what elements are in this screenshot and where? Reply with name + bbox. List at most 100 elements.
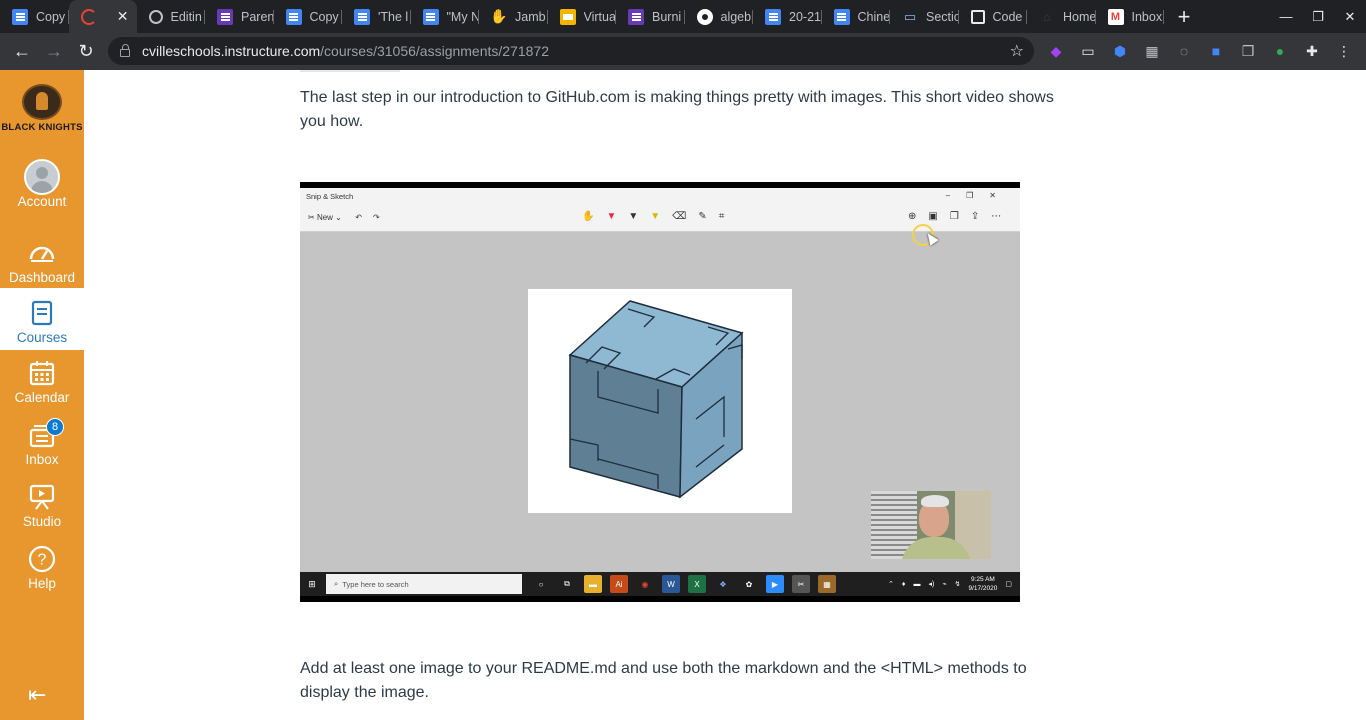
windows-taskbar: ⊞ ⌕ Type here to search ○ ⧉ ▬ Ai ◉ W X ❖…: [300, 572, 1020, 596]
forward-button[interactable]: →: [38, 36, 70, 68]
google-forms-icon: [217, 8, 233, 25]
shield-extension-icon[interactable]: ⬢: [1108, 38, 1132, 64]
browser-tab[interactable]: algeb: [685, 0, 754, 33]
close-tab-icon[interactable]: ✕: [117, 8, 129, 25]
global-navigation: BLACK KNIGHTS Account Dashboard Courses …: [0, 70, 84, 720]
google-docs-icon: [765, 8, 781, 25]
loading-icon: [80, 8, 97, 25]
copy-extension-icon[interactable]: ❒: [1236, 38, 1260, 64]
browser-tab[interactable]: Paren: [205, 0, 274, 33]
notes-icon: ❖: [719, 579, 727, 589]
tab-title: 20-21: [789, 9, 821, 24]
browser-tab[interactable]: ✕: [68, 0, 137, 33]
paint-icon: ✿: [745, 579, 753, 589]
puzzle-cube-icon: [568, 300, 744, 499]
file-explorer-icon: ▬: [584, 575, 602, 593]
browser-tab[interactable]: "My N: [411, 0, 480, 33]
nav-label: Studio: [22, 514, 62, 529]
snip-icon: ✂: [792, 575, 810, 593]
chrome-menu-icon[interactable]: ⋮: [1332, 38, 1356, 64]
collapse-nav-icon[interactable]: ⇤: [28, 682, 46, 708]
browser-tab[interactable]: Copy: [274, 0, 343, 33]
nav-label: Account: [17, 194, 67, 209]
tab-title: Virtua: [583, 9, 616, 24]
zoom-icon: ▶: [766, 575, 784, 593]
browser-tab[interactable]: Burni: [616, 0, 685, 33]
tab-title: Copy: [36, 9, 66, 24]
system-tray: ⌃ ♦ ▬ ◂) ⌁ ↯ 9:25 AM 9/17/2020 ▢: [888, 576, 1012, 592]
reload-button[interactable]: ↻: [70, 36, 102, 68]
gmail-icon: [1107, 8, 1124, 25]
extensions-area: ◆ ▭ ⬢ ▦ ◌ ■ ❒ ● ✚ ⋮: [1044, 38, 1356, 64]
task-view-icon: ⧉: [564, 579, 570, 588]
browser-tab[interactable]: ✋ Jamb: [479, 0, 548, 33]
qr-extension-icon[interactable]: ▦: [1140, 38, 1164, 64]
browser-tab[interactable]: ⌂ Home: [1027, 0, 1096, 33]
snip-action-tools: ⊕ ▣ ❐ ⇪ ⋯: [908, 211, 1002, 222]
snip-pen-tools: ✋ ▼ ▼ ▼ ⌫ ✎ ⌗: [582, 211, 725, 222]
restore-icon[interactable]: ❐: [1302, 0, 1334, 33]
tab-title: 'The l: [378, 9, 409, 24]
back-button[interactable]: ←: [6, 36, 38, 68]
account-avatar-icon: [24, 159, 60, 195]
minimize-icon[interactable]: —: [1270, 0, 1302, 33]
screen-recorder-icon[interactable]: ◌: [1172, 38, 1196, 64]
studio-icon: [29, 484, 55, 510]
bookmark-star-icon[interactable]: ☆: [1010, 41, 1024, 61]
status-extension-icon[interactable]: ●: [1268, 38, 1292, 64]
cube-image: [528, 289, 792, 513]
nav-courses[interactable]: Courses: [0, 288, 84, 350]
google-docs-icon: [285, 8, 302, 25]
tab-title: Jamb: [515, 9, 546, 24]
excel-icon: X: [688, 575, 706, 593]
tab-title: Burni: [652, 9, 682, 24]
assignment-content: The last step in our introduction to Git…: [84, 70, 1366, 720]
word-icon: W: [662, 575, 680, 593]
google-docs-icon: [354, 8, 370, 25]
tab-title: Editin: [170, 9, 202, 24]
courses-icon: [31, 300, 53, 326]
nav-account[interactable]: Account: [0, 159, 84, 222]
algebra-icon: [696, 8, 713, 25]
embedded-video[interactable]: Snip & Sketch –❐✕ ✂ New ⌄ ↶ ↷ ✋ ▼ ▼ ▼ ⌫ ✎ ⌗ ⊕ ▣…: [300, 182, 1020, 602]
window-controls: — ❐ ✕: [1270, 0, 1366, 33]
browser-tab[interactable]: ▭ Sectio: [890, 0, 959, 33]
taskbar-search: ⌕ Type here to search: [326, 574, 522, 594]
puzzle-extension-icon[interactable]: ◆: [1044, 38, 1068, 64]
nav-help[interactable]: ? Help: [0, 542, 84, 604]
browser-tab[interactable]: Code: [959, 0, 1028, 33]
browser-tab[interactable]: Editin: [137, 0, 206, 33]
nav-label: Courses: [16, 330, 68, 345]
address-bar[interactable]: cvilleschools.instructure.com/courses/31…: [108, 37, 1034, 65]
intro-paragraph: The last step in our introduction to Git…: [300, 89, 1054, 130]
nav-label: Help: [28, 576, 56, 591]
dashboard-icon: [29, 246, 55, 262]
tab-title: "My N: [446, 9, 480, 24]
browser-tab-strip: Copy ✕ Editin Paren Copy 'The l "My N ✋ Jamb Virt…: [0, 0, 1366, 33]
browser-tab[interactable]: Copy: [0, 0, 69, 33]
help-icon: ?: [28, 545, 56, 573]
nav-inbox[interactable]: 8 Inbox: [0, 418, 84, 480]
close-window-icon[interactable]: ✕: [1334, 0, 1366, 33]
nav-studio[interactable]: Studio: [0, 480, 84, 542]
svg-text:?: ?: [38, 552, 47, 569]
browser-tab[interactable]: Virtua: [548, 0, 617, 33]
calendar-extension-icon[interactable]: ■: [1204, 38, 1228, 64]
recorder-icon: ▦: [818, 575, 836, 593]
school-logo[interactable]: BLACK KNIGHTS: [0, 84, 84, 140]
tab-title: Home: [1063, 9, 1096, 24]
calendar-icon: [29, 361, 55, 386]
cast-extension-icon[interactable]: ▭: [1076, 38, 1100, 64]
browser-tab[interactable]: Inbox: [1096, 0, 1165, 33]
divider: [300, 70, 400, 72]
nav-calendar[interactable]: Calendar: [0, 356, 84, 418]
snip-new-button: ✂ New ⌄ ↶ ↷: [308, 213, 380, 222]
extensions-puzzle-icon[interactable]: ✚: [1300, 38, 1324, 64]
new-tab-button[interactable]: +: [1164, 0, 1204, 33]
nav-label: Calendar: [14, 390, 70, 405]
chrome-icon: ◉: [641, 579, 649, 589]
browser-tab[interactable]: 'The l: [342, 0, 411, 33]
browser-tab[interactable]: 20-21: [753, 0, 822, 33]
browser-tab[interactable]: Chine: [822, 0, 890, 33]
home-icon: ⌂: [1043, 9, 1051, 24]
